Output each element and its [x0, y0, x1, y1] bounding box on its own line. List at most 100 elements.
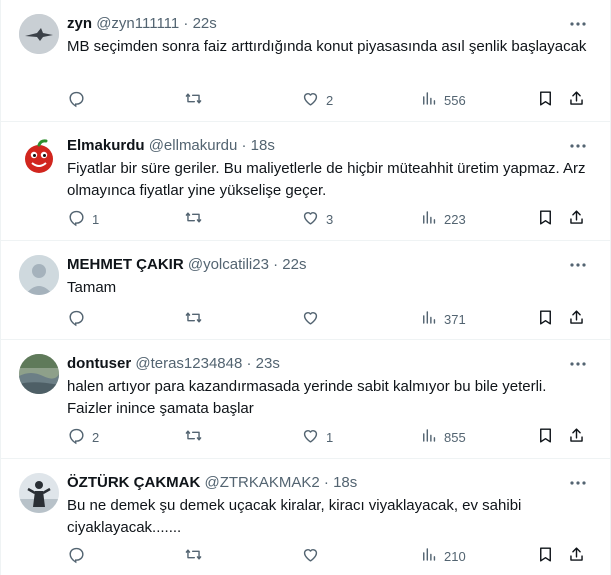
reply-button[interactable]	[67, 89, 92, 111]
retweet-button[interactable]	[184, 308, 209, 330]
retweet-icon	[184, 426, 203, 448]
tweet-ozturk-cakmak[interactable]: ÖZTÜRK ÇAKMAK @ZTRKAKMAK2 · 18s Bu ne de…	[1, 459, 610, 575]
retweet-icon	[184, 308, 203, 330]
reply-button[interactable]	[67, 308, 92, 330]
tweet-zyn[interactable]: zyn @zyn111111 · 22s MB seçimden sonra f…	[1, 0, 610, 122]
like-button[interactable]: 1	[301, 426, 333, 448]
tweet-header: Elmakurdu @ellmakurdu · 18s	[67, 136, 275, 156]
views-count: 556	[444, 92, 466, 108]
user-handle[interactable]: @zyn111111	[96, 15, 179, 32]
user-handle[interactable]: @ZTRKAKMAK2	[205, 474, 320, 491]
tweet-text: Fiyatlar bir süre geriler. Bu maliyetler…	[67, 160, 586, 199]
views-button[interactable]: 556	[419, 89, 466, 111]
user-name[interactable]: MEHMET ÇAKIR	[67, 256, 184, 273]
user-handle[interactable]: @ellmakurdu	[149, 137, 238, 154]
like-icon	[301, 208, 320, 230]
action-bar: 1 3 223	[67, 208, 594, 230]
reply-count: 2	[92, 429, 100, 445]
bookmark-button[interactable]	[536, 545, 555, 567]
tweet-text: MB seçimden sonra faiz arttırdığında kon…	[67, 38, 587, 55]
views-count: 223	[444, 211, 466, 227]
like-icon	[301, 308, 320, 330]
retweet-icon	[184, 89, 203, 111]
timestamp[interactable]: 23s	[256, 355, 280, 372]
share-button[interactable]	[567, 208, 586, 230]
share-button[interactable]	[567, 545, 586, 567]
tweet-elmakurdu[interactable]: Elmakurdu @ellmakurdu · 18s Fiyatlar bir…	[1, 122, 610, 241]
share-button[interactable]	[567, 308, 586, 330]
tweet-mehmet-cakir[interactable]: MEHMET ÇAKIR @yolcatili23 · 22s Tamam 37…	[1, 241, 610, 340]
bookmark-button[interactable]	[536, 426, 555, 448]
reply-icon	[67, 545, 86, 567]
reply-icon	[67, 308, 86, 330]
reply-button[interactable]: 1	[67, 208, 99, 230]
views-icon	[419, 308, 438, 330]
user-handle[interactable]: @yolcatili23	[188, 256, 269, 273]
share-icon	[567, 545, 586, 567]
views-button[interactable]: 371	[419, 308, 466, 330]
views-button[interactable]: 855	[419, 426, 466, 448]
views-count: 210	[444, 548, 466, 564]
like-count: 1	[326, 429, 334, 445]
user-name[interactable]: dontuser	[67, 355, 131, 372]
avatar[interactable]	[19, 473, 59, 513]
retweet-button[interactable]	[184, 426, 209, 448]
tweet-header: dontuser @teras1234848 · 23s	[67, 354, 280, 374]
user-handle[interactable]: @teras1234848	[135, 355, 242, 372]
bookmark-icon	[536, 208, 555, 230]
reply-button[interactable]: 2	[67, 426, 99, 448]
share-button[interactable]	[567, 426, 586, 448]
retweet-icon	[184, 208, 203, 230]
share-icon	[567, 426, 586, 448]
bookmark-button[interactable]	[536, 89, 555, 111]
avatar[interactable]	[19, 14, 59, 54]
separator: ·	[323, 474, 329, 491]
like-count: 2	[326, 92, 334, 108]
like-button[interactable]: 2	[301, 89, 333, 111]
more-icon[interactable]	[566, 253, 590, 277]
retweet-button[interactable]	[184, 545, 209, 567]
like-icon	[301, 89, 320, 111]
reply-icon	[67, 208, 86, 230]
user-name[interactable]: Elmakurdu	[67, 137, 145, 154]
views-button[interactable]: 210	[419, 545, 466, 567]
reply-button[interactable]	[67, 545, 92, 567]
avatar[interactable]	[19, 255, 59, 295]
user-name[interactable]: ÖZTÜRK ÇAKMAK	[67, 474, 200, 491]
reply-icon	[67, 426, 86, 448]
avatar[interactable]	[19, 354, 59, 394]
avatar[interactable]	[19, 136, 59, 176]
like-button[interactable]: 3	[301, 208, 333, 230]
tweet-header: zyn @zyn111111 · 22s	[67, 14, 217, 34]
more-icon[interactable]	[566, 352, 590, 376]
separator: ·	[241, 137, 247, 154]
share-button[interactable]	[567, 89, 586, 111]
like-button[interactable]	[301, 308, 326, 330]
reply-feed: zyn @zyn111111 · 22s MB seçimden sonra f…	[0, 0, 611, 575]
more-icon[interactable]	[566, 471, 590, 495]
bookmark-button[interactable]	[536, 208, 555, 230]
timestamp[interactable]: 22s	[193, 15, 217, 32]
share-icon	[567, 208, 586, 230]
timestamp[interactable]: 22s	[282, 256, 306, 273]
retweet-button[interactable]	[184, 208, 209, 230]
views-button[interactable]: 223	[419, 208, 466, 230]
share-icon	[567, 89, 586, 111]
more-icon[interactable]	[566, 12, 590, 36]
bookmark-icon	[536, 89, 555, 111]
like-count: 3	[326, 211, 334, 227]
timestamp[interactable]: 18s	[251, 137, 275, 154]
action-bar: 371	[67, 308, 594, 330]
user-name[interactable]: zyn	[67, 15, 92, 32]
share-icon	[567, 308, 586, 330]
separator: ·	[273, 256, 279, 273]
tweet-header: ÖZTÜRK ÇAKMAK @ZTRKAKMAK2 · 18s	[67, 473, 357, 493]
bookmark-button[interactable]	[536, 308, 555, 330]
views-count: 855	[444, 429, 466, 445]
like-button[interactable]	[301, 545, 326, 567]
action-bar: 210	[67, 545, 594, 567]
more-icon[interactable]	[566, 134, 590, 158]
timestamp[interactable]: 18s	[333, 474, 357, 491]
tweet-dontuser[interactable]: dontuser @teras1234848 · 23s halen artıy…	[1, 340, 610, 459]
retweet-button[interactable]	[184, 89, 209, 111]
